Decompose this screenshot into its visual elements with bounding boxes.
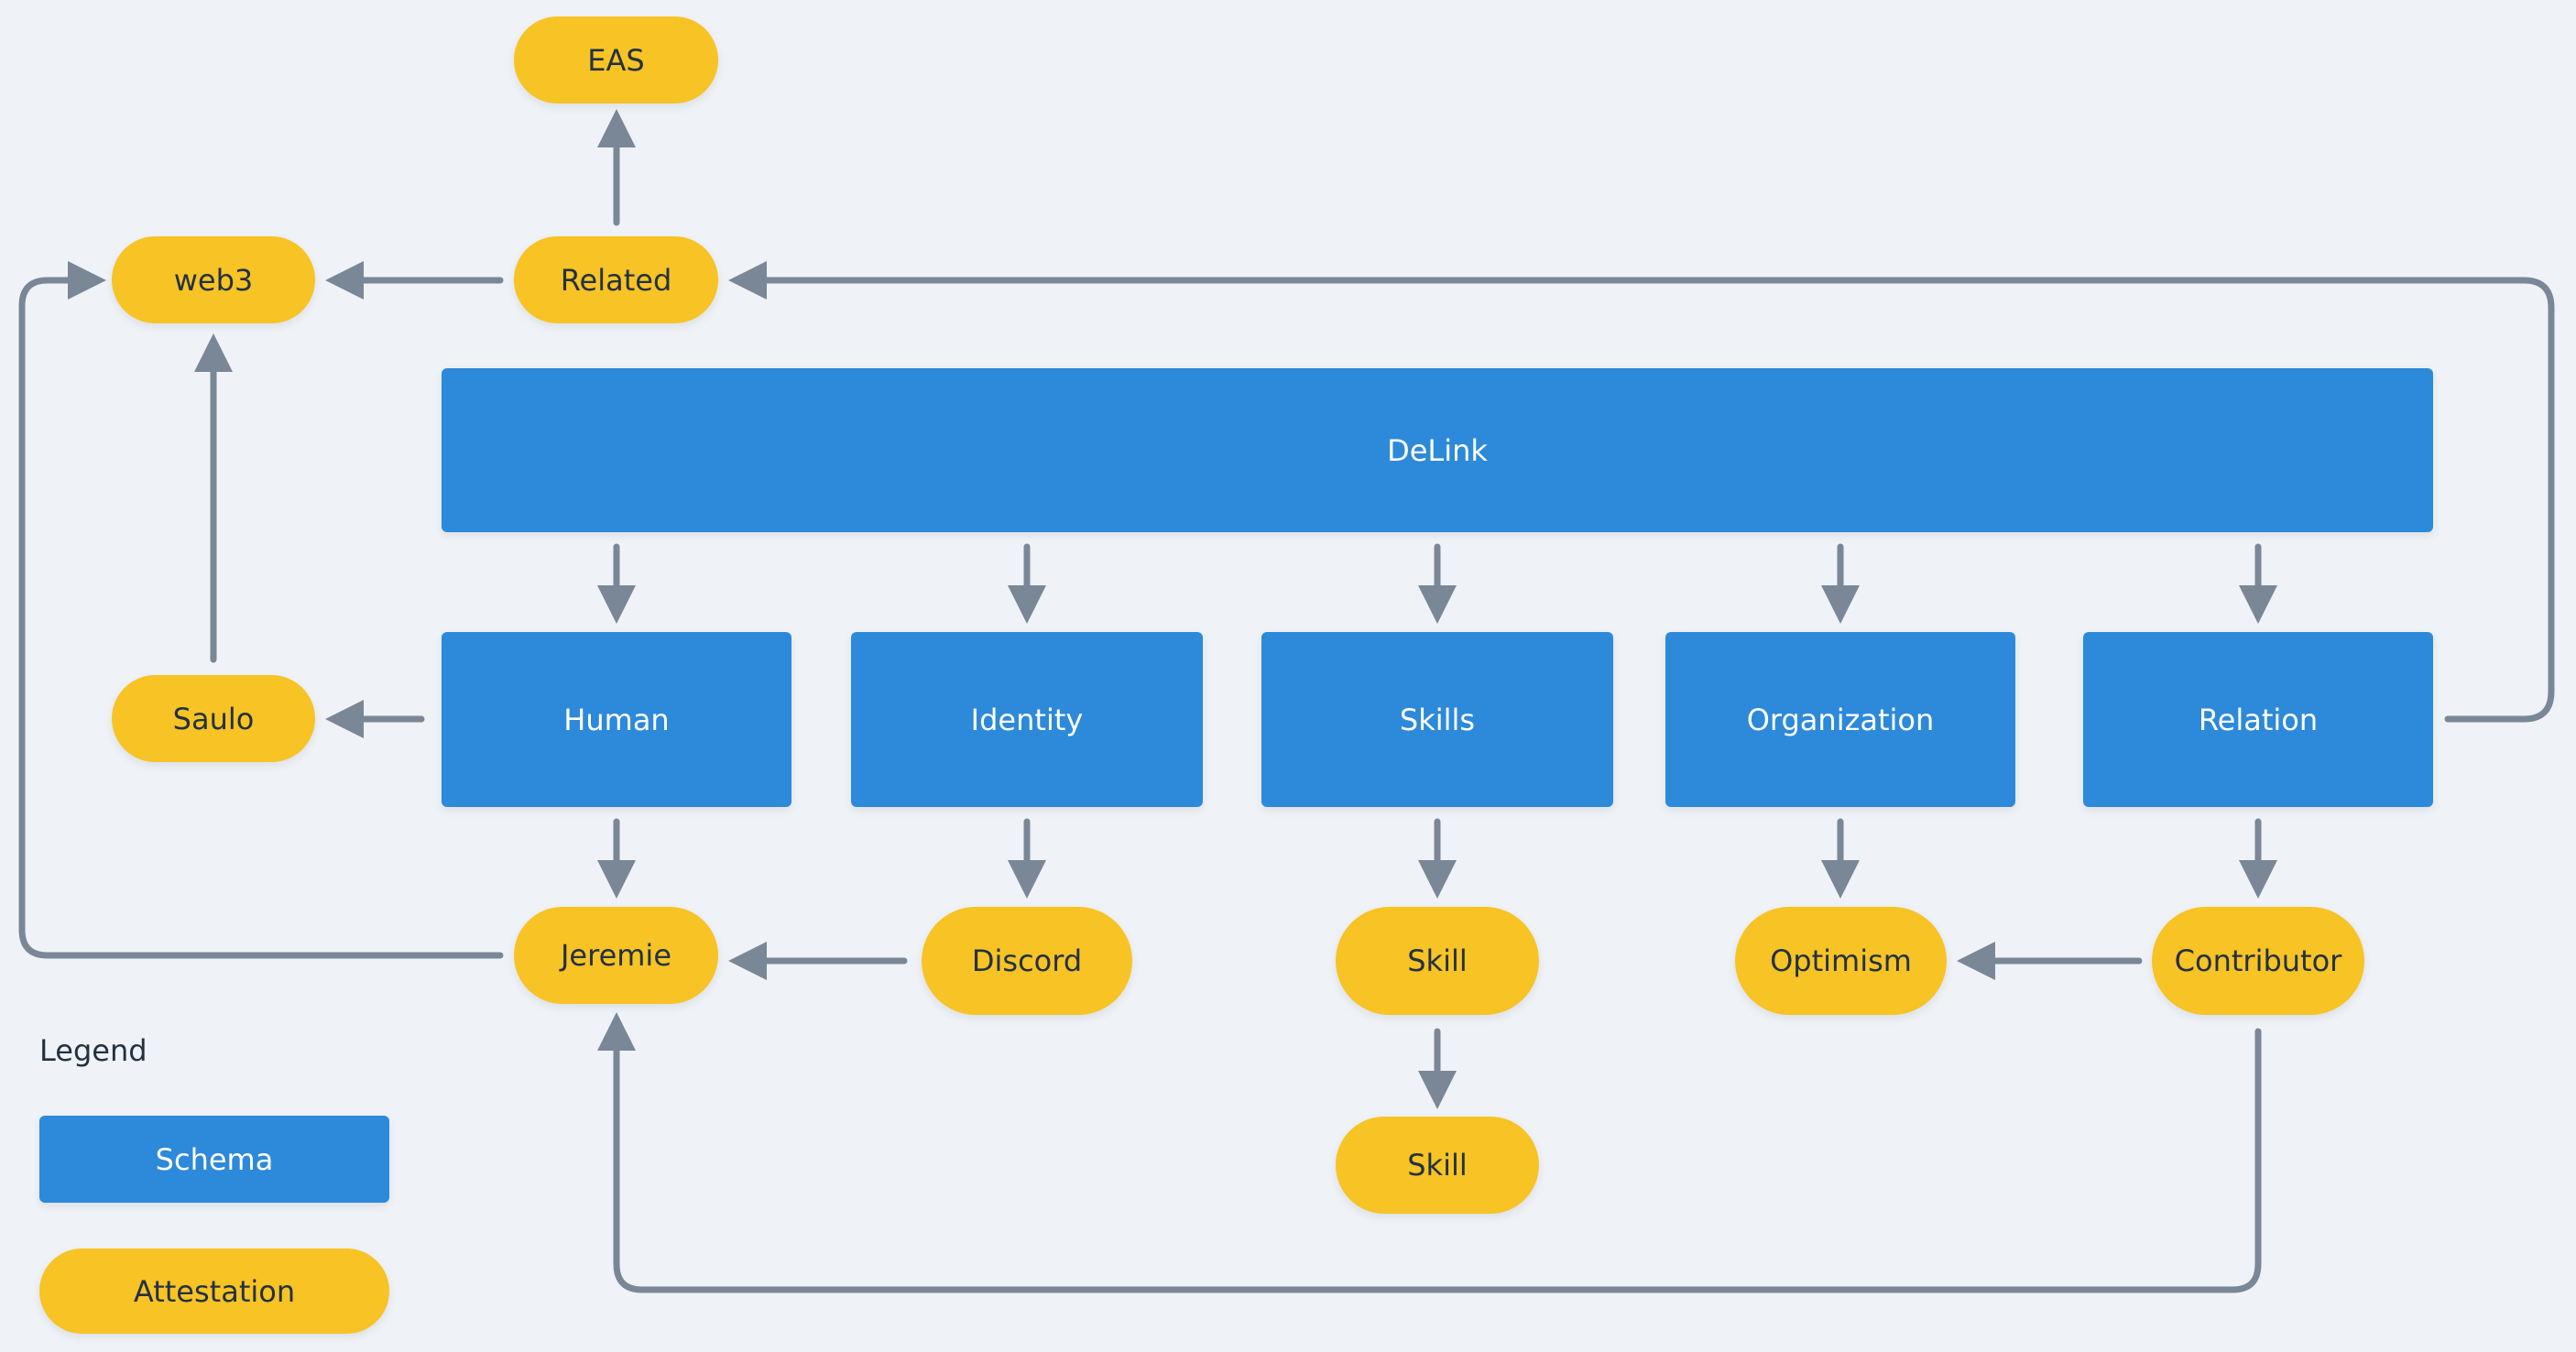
legend-item-attestation: Attestation	[39, 1248, 389, 1334]
node-label: Skills	[1399, 702, 1476, 737]
node-discord[interactable]: Discord	[922, 907, 1132, 1015]
node-skills[interactable]: Skills	[1261, 632, 1613, 807]
legend-item-schema: Schema	[39, 1116, 389, 1203]
node-optimism[interactable]: Optimism	[1735, 907, 1947, 1015]
node-label: Human	[563, 702, 670, 737]
node-label: Saulo	[172, 701, 255, 736]
node-related[interactable]: Related	[514, 236, 718, 323]
node-label: Jeremie	[560, 938, 671, 973]
legend-title: Legend	[39, 1033, 147, 1068]
node-label: Discord	[971, 943, 1083, 978]
node-label: Organization	[1746, 702, 1935, 737]
node-saulo[interactable]: Saulo	[112, 675, 315, 762]
edge-jeremie-web3	[18, 261, 504, 959]
node-label: Optimism	[1770, 943, 1912, 978]
node-label: Skill	[1407, 943, 1468, 978]
legend-label: Attestation	[133, 1273, 296, 1309]
node-organization[interactable]: Organization	[1665, 632, 2015, 807]
node-human[interactable]: Human	[442, 632, 791, 807]
node-label: web3	[173, 262, 254, 298]
node-skill-1[interactable]: Skill	[1336, 907, 1539, 1015]
node-label: Related	[560, 262, 672, 298]
node-label: EAS	[587, 42, 645, 78]
node-label: Identity	[970, 702, 1084, 737]
node-label: Contributor	[2174, 943, 2342, 978]
node-eas[interactable]: EAS	[514, 16, 718, 104]
node-delink[interactable]: DeLink	[442, 368, 2433, 532]
node-label: DeLink	[1387, 432, 1488, 468]
node-label: Relation	[2198, 702, 2319, 737]
node-contributor[interactable]: Contributor	[2152, 907, 2364, 1015]
node-identity[interactable]: Identity	[851, 632, 1203, 807]
legend-label: Schema	[155, 1141, 274, 1177]
node-label: Skill	[1407, 1148, 1468, 1183]
node-skill-2[interactable]: Skill	[1336, 1117, 1539, 1214]
node-web3[interactable]: web3	[112, 236, 315, 323]
node-jeremie[interactable]: Jeremie	[514, 907, 718, 1004]
node-relation[interactable]: Relation	[2083, 632, 2433, 807]
